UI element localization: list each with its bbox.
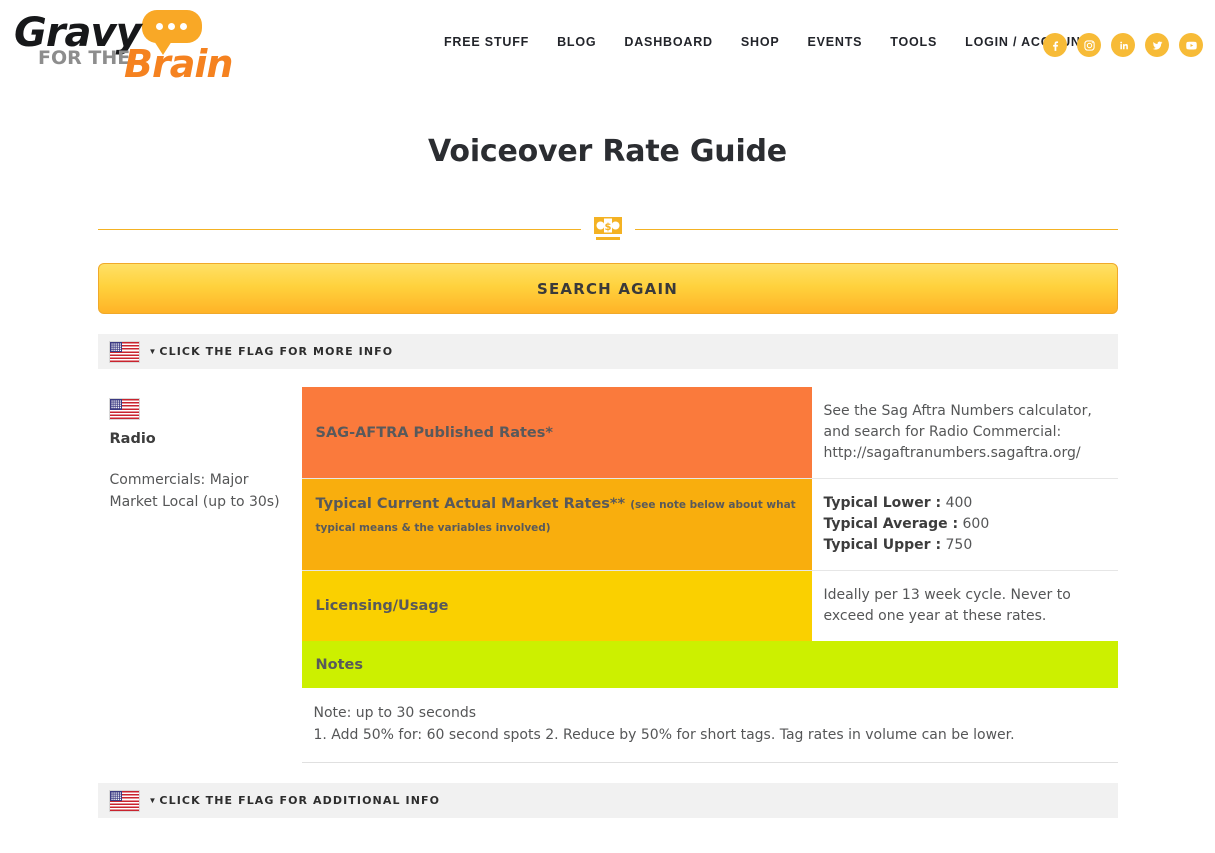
typical-average-key: Typical Average :	[823, 516, 959, 532]
table-row: Typical Current Actual Market Rates** (s…	[301, 479, 1118, 571]
nav-item-tools[interactable]: TOOLS	[876, 35, 951, 49]
row-label-text: Licensing/Usage	[315, 598, 449, 614]
nav-item-dashboard[interactable]: DASHBOARD	[610, 35, 726, 49]
speech-bubble-icon	[142, 10, 202, 55]
accordion-more-info[interactable]: ▼ CLICK THE FLAG FOR MORE INFO	[97, 334, 1118, 369]
rate-card-rows: SAG-AFTRA Published Rates* See the Sag A…	[301, 387, 1118, 763]
row-label-typical-rates: Typical Current Actual Market Rates** (s…	[301, 479, 812, 570]
bottom-divider	[98, 818, 1118, 853]
table-row: Licensing/Usage Ideally per 13 week cycl…	[301, 571, 1118, 641]
youtube-icon[interactable]	[1179, 33, 1203, 57]
us-flag-icon	[109, 341, 139, 362]
chevron-down-icon: ▼	[148, 796, 157, 805]
logo-word-forthe: FOR THE	[38, 47, 131, 69]
divider-line-right	[634, 229, 1118, 230]
accordion-additional-info[interactable]: ▼ CLICK THE FLAG FOR ADDITIONAL INFO	[97, 783, 1118, 818]
row-label-text: Typical Current Actual Market Rates**	[315, 496, 626, 512]
search-again-button[interactable]: SEARCH AGAIN	[97, 263, 1118, 314]
typical-upper-key: Typical Upper :	[823, 537, 942, 553]
rate-card-category: Radio Commercials: Major Market Local (u…	[98, 387, 302, 763]
site-header: Gravy FOR THE Brain FREE STUFF BLOG DASH…	[0, 0, 1215, 90]
page-content: SEARCH AGAIN ▼ CLICK THE FLAG FOR MORE I…	[97, 263, 1118, 853]
typical-upper-value: 750	[945, 537, 973, 553]
category-title: Radio	[109, 431, 156, 447]
row-value-typical-rates: Typical Lower : 400 Typical Average : 60…	[812, 479, 1118, 570]
divider-line-left	[97, 229, 581, 230]
svg-text:$: $	[604, 222, 611, 233]
nav-item-free-stuff[interactable]: FREE STUFF	[430, 35, 543, 49]
accordion-additional-info-label: CLICK THE FLAG FOR ADDITIONAL INFO	[159, 794, 441, 807]
nav-item-shop[interactable]: SHOP	[727, 35, 794, 49]
facebook-icon[interactable]	[1043, 33, 1067, 57]
row-value-sag-aftra: See the Sag Aftra Numbers calculator, an…	[823, 403, 1092, 461]
notes-header: Notes	[301, 641, 1118, 688]
us-flag-icon	[109, 790, 139, 811]
row-value-licensing-usage: Ideally per 13 week cycle. Never to exce…	[823, 587, 1071, 624]
row-label-licensing-usage: Licensing/Usage	[301, 571, 812, 641]
nav-item-events[interactable]: EVENTS	[793, 35, 876, 49]
row-label-text: SAG-AFTRA Published Rates*	[315, 424, 553, 441]
typical-lower-value: 400	[945, 495, 973, 511]
notes-line-2: 1. Add 50% for: 60 second spots 2. Reduc…	[313, 727, 1015, 743]
main-navigation: FREE STUFF BLOG DASHBOARD SHOP EVENTS TO…	[430, 35, 1103, 49]
table-row: SAG-AFTRA Published Rates* See the Sag A…	[301, 387, 1118, 479]
logo-word-brain: Brain	[124, 42, 233, 86]
notes-line-1: Note: up to 30 seconds	[313, 705, 477, 721]
category-description: Commercials: Major Market Local (up to 3…	[109, 472, 280, 510]
social-links	[1043, 33, 1203, 57]
page-title: Voiceover Rate Guide	[428, 134, 787, 169]
money-bill-icon: $	[591, 215, 625, 243]
row-label-sag-aftra: SAG-AFTRA Published Rates*	[301, 387, 812, 478]
chevron-down-icon: ▼	[148, 347, 157, 356]
accordion-more-info-label: CLICK THE FLAG FOR MORE INFO	[159, 345, 394, 358]
nav-item-blog[interactable]: BLOG	[543, 35, 610, 49]
section-divider: $	[97, 207, 1118, 251]
notes-body: Note: up to 30 seconds 1. Add 50% for: 6…	[301, 688, 1118, 763]
instagram-icon[interactable]	[1077, 33, 1101, 57]
linkedin-icon[interactable]	[1111, 33, 1135, 57]
typical-average-value: 600	[962, 516, 990, 532]
us-flag-icon	[109, 399, 139, 419]
rate-card: Radio Commercials: Major Market Local (u…	[98, 387, 1118, 763]
typical-lower-key: Typical Lower :	[823, 495, 942, 511]
site-logo[interactable]: Gravy FOR THE Brain	[8, 6, 233, 86]
twitter-icon[interactable]	[1145, 33, 1169, 57]
